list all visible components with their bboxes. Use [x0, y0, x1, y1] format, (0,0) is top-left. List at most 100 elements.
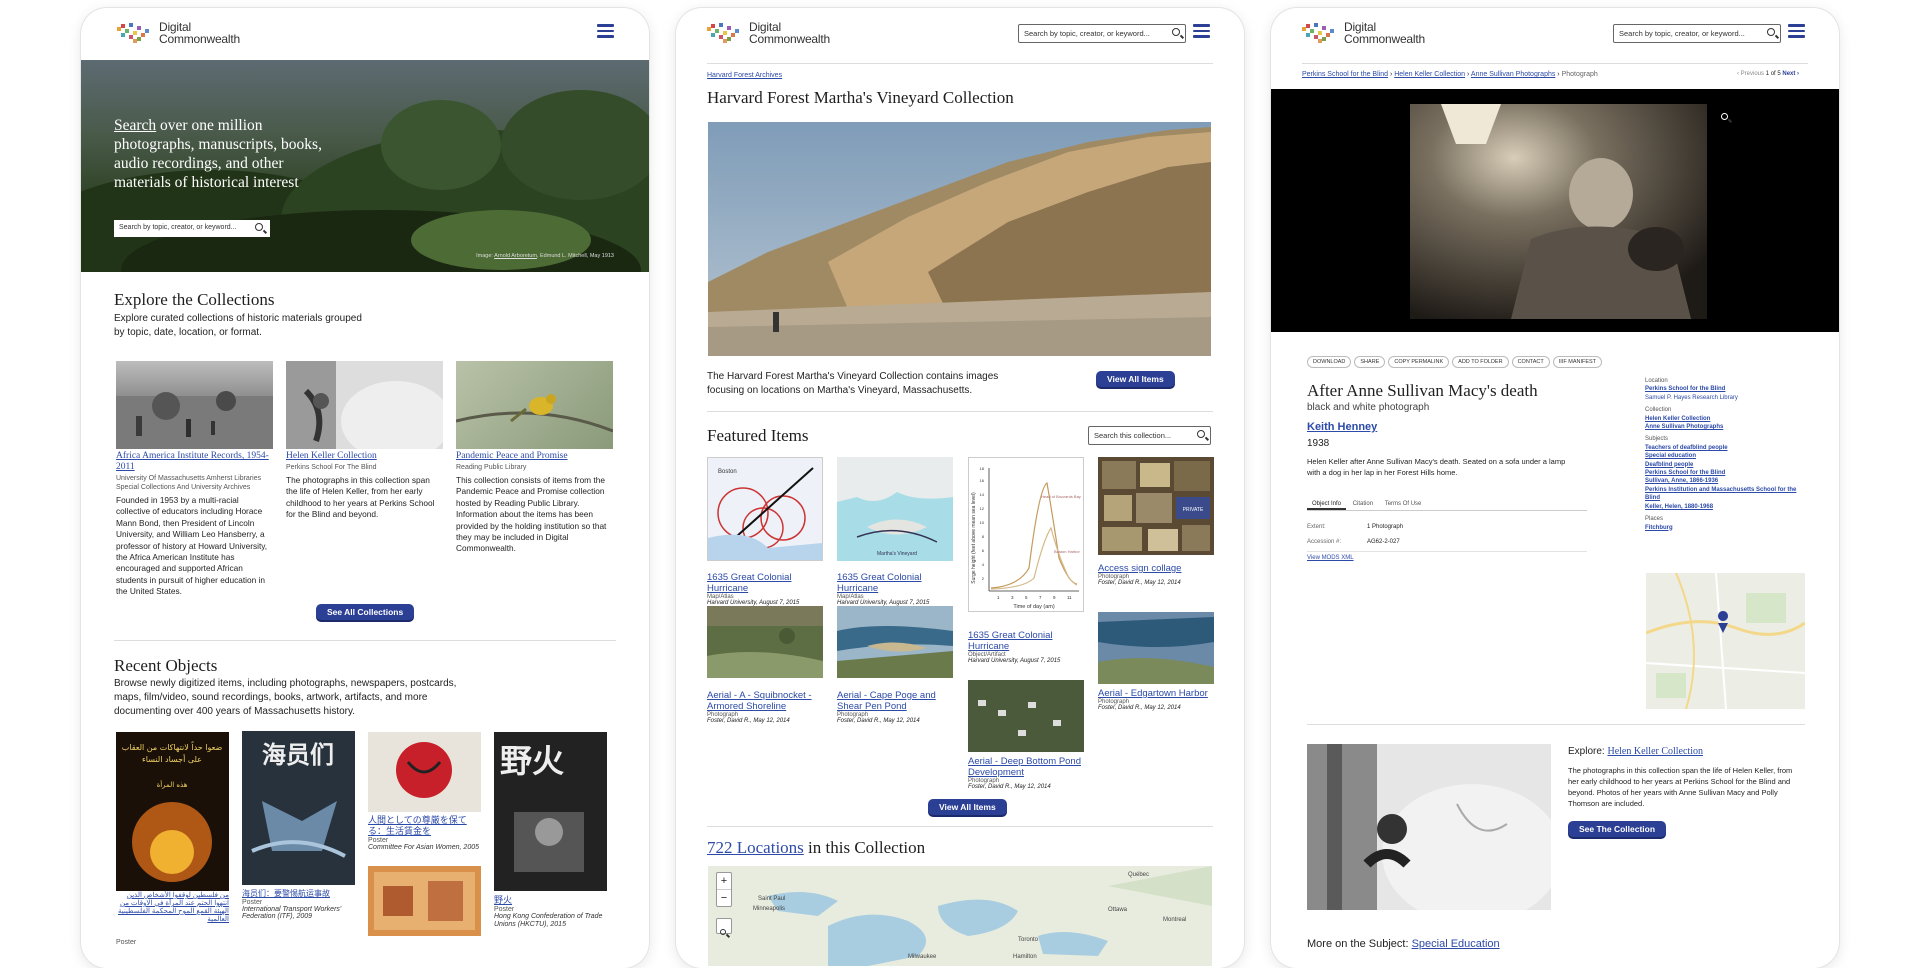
divider — [114, 640, 616, 641]
share-button[interactable]: SHARE — [1354, 356, 1386, 368]
recent-item-title[interactable]: 海员们：要警惕航运事故 — [242, 888, 355, 899]
view-all-items-button[interactable]: View All Items — [1096, 371, 1175, 387]
collection-desc: Founded in 1953 by a multi-racial collec… — [116, 495, 268, 597]
search-icon[interactable] — [1197, 430, 1205, 438]
featured-item: 1635 Great Colonial Hurricane Map/Atlas … — [707, 572, 827, 606]
recent-item-title[interactable]: 野火 — [494, 893, 607, 906]
featured-item-title[interactable]: Aerial - Edgartown Harbor — [1098, 688, 1218, 699]
explore-collection-link[interactable]: Helen Keller Collection — [1607, 746, 1703, 757]
site-logo[interactable]: Digital Commonwealth — [117, 21, 240, 45]
zoom-out-button[interactable]: − — [717, 890, 731, 906]
search-icon[interactable] — [1767, 28, 1775, 36]
image-viewer[interactable] — [1271, 89, 1839, 332]
see-all-collections-button[interactable]: See All Collections — [316, 604, 415, 620]
more-subject-link[interactable]: Special Education — [1412, 938, 1500, 950]
copy-permalink-button[interactable]: COPY PERMALINK — [1388, 356, 1450, 368]
menu-icon[interactable] — [597, 24, 614, 38]
locations-link[interactable]: 722 Locations — [707, 838, 804, 857]
header-search-input[interactable]: Search by topic, creator, or keyword... — [1613, 24, 1781, 43]
breadcrumb-link[interactable]: Anne Sullivan Photographs — [1471, 71, 1555, 78]
view-all-items-bottom-button[interactable]: View All Items — [928, 799, 1007, 815]
subject-link[interactable]: Sullivan, Anne, 1866-1936 — [1645, 477, 1805, 485]
site-logo[interactable]: Digital Commonwealth — [707, 21, 830, 45]
tab-terms-of-use[interactable]: Terms Of Use — [1380, 500, 1427, 508]
header-search-input[interactable]: Search by topic, creator, or keyword... — [1018, 24, 1186, 43]
subject-link[interactable]: Teachers of deafblind people — [1645, 444, 1805, 452]
site-logo[interactable]: Digital Commonwealth — [1302, 21, 1425, 45]
collection-title[interactable]: Helen Keller Collection — [286, 451, 443, 462]
featured-thumb-map-1[interactable]: Boston — [707, 457, 823, 561]
add-to-folder-button[interactable]: ADD TO FOLDER — [1452, 356, 1509, 368]
collection-thumb-pandemic[interactable] — [455, 361, 614, 449]
breadcrumb-link[interactable]: Helen Keller Collection — [1394, 71, 1465, 78]
previous-link[interactable]: ‹ Previous — [1737, 71, 1764, 77]
field-value: 1 Photograph — [1367, 524, 1404, 530]
chart-x-label: Time of day (am) — [1013, 604, 1055, 610]
see-the-collection-button[interactable]: See The Collection — [1568, 821, 1667, 837]
subject-link[interactable]: Deafblind people — [1645, 461, 1805, 469]
explore-collection-image[interactable] — [1307, 744, 1562, 924]
tab-object-info[interactable]: Object Info — [1307, 500, 1347, 510]
recent-item-title[interactable]: من فلسطين لوقفوا الأشخاص الذين انتهوا ال… — [116, 892, 229, 924]
menu-icon[interactable] — [1788, 24, 1805, 38]
featured-thumb-map-2[interactable]: Martha's Vineyard — [837, 457, 953, 561]
featured-thumb-aerial-3[interactable] — [968, 680, 1084, 752]
featured-thumb-signs[interactable]: PRIVATE — [1098, 457, 1214, 555]
collection-search-input[interactable]: Search this collection... — [1088, 426, 1211, 445]
recent-item-title[interactable]: 人間としての尊厳を保てる：生活賃金を — [368, 815, 481, 837]
view-mods-xml-link[interactable]: View MODS XML — [1307, 551, 1587, 561]
item-title: After Anne Sullivan Macy's death — [1307, 381, 1538, 400]
featured-item: Aerial - A - Squibnocket - Armored Shore… — [707, 690, 827, 724]
place-map[interactable] — [1645, 572, 1806, 710]
featured-thumb-chart[interactable]: Surge height (feet above mean sea level)… — [968, 457, 1084, 612]
credit-link[interactable]: Arnold Arboretum — [494, 253, 537, 259]
tab-citation[interactable]: Citation — [1348, 500, 1378, 508]
search-icon[interactable] — [255, 223, 263, 231]
collection-link[interactable]: Helen Keller Collection — [1645, 415, 1805, 423]
collection-institution: Reading Public Library — [456, 464, 527, 471]
hero-search-link[interactable]: Search — [114, 117, 156, 134]
breadcrumb[interactable]: Harvard Forest Archives — [707, 72, 782, 79]
featured-item-title[interactable]: Aerial - A - Squibnocket - Armored Shore… — [707, 690, 827, 712]
recent-thumb-chinese-poster[interactable]: 海员们 — [242, 731, 355, 885]
next-link[interactable]: Next › — [1782, 71, 1799, 77]
recent-thumb-wildfire-poster[interactable]: 野火 — [494, 732, 607, 891]
location-link[interactable]: Perkins School for the Blind — [1645, 385, 1805, 393]
collection-thumb-helen-keller[interactable] — [286, 361, 451, 461]
subject-link[interactable]: Perkins School for the Blind — [1645, 469, 1805, 477]
place-link[interactable]: Fitchburg — [1645, 524, 1805, 532]
subject-link[interactable]: Keller, Helen, 1880-1968 — [1645, 503, 1805, 511]
featured-item-title[interactable]: Aerial - Cape Poge and Shear Pen Pond — [837, 690, 957, 712]
zoom-in-button[interactable]: + — [717, 873, 731, 890]
locations-map[interactable]: Québec Ottawa Montreal Toronto Hamilton … — [708, 866, 1212, 966]
featured-item-title[interactable]: 1635 Great Colonial Hurricane — [968, 630, 1088, 652]
featured-item-title[interactable]: Aerial - Deep Bottom Pond Development — [968, 756, 1088, 778]
map-search-button[interactable] — [716, 918, 732, 935]
recent-thumb-arabic-poster[interactable]: ضعوا حداً لانتهاكات من العقاب على أجساد ا… — [116, 732, 229, 891]
featured-item-title[interactable]: 1635 Great Colonial Hurricane — [707, 572, 827, 594]
featured-thumb-aerial-1[interactable] — [707, 606, 823, 678]
featured-thumb-aerial-2[interactable] — [837, 606, 953, 678]
featured-item-title[interactable]: Access sign collage — [1098, 563, 1218, 574]
menu-icon[interactable] — [1193, 24, 1210, 38]
recent-thumb-japanese-poster[interactable] — [368, 732, 481, 812]
collection-title[interactable]: Africa America Institute Records, 1954-2… — [116, 451, 273, 473]
zoom-icon[interactable] — [1721, 107, 1731, 120]
subject-link[interactable]: Special education — [1645, 452, 1805, 460]
search-icon[interactable] — [1172, 28, 1180, 36]
featured-thumb-aerial-4[interactable] — [1098, 612, 1214, 684]
hero-search-input[interactable]: Search by topic, creator, or keyword... — [114, 220, 270, 237]
breadcrumb-link[interactable]: Perkins School for the Blind — [1302, 71, 1388, 78]
subject-link[interactable]: Perkins Institution and Massachusetts Sc… — [1645, 486, 1805, 503]
download-button[interactable]: DOWNLOAD — [1307, 356, 1352, 368]
location-label: Location — [1645, 378, 1668, 384]
contact-button[interactable]: CONTACT — [1511, 356, 1550, 368]
iiif-manifest-button[interactable]: IIIF MANIFEST — [1552, 356, 1603, 368]
recent-thumb-painting[interactable] — [368, 866, 481, 936]
collection-link[interactable]: Anne Sullivan Photographs — [1645, 423, 1805, 431]
location-sublink[interactable]: Samuel P. Hayes Research Library — [1645, 394, 1805, 402]
featured-item-title[interactable]: 1635 Great Colonial Hurricane — [837, 572, 957, 594]
creator-link[interactable]: Keith Henney — [1307, 421, 1377, 433]
collection-thumb-africa[interactable] — [116, 361, 273, 449]
collection-title[interactable]: Pandemic Peace and Promise — [456, 451, 613, 462]
